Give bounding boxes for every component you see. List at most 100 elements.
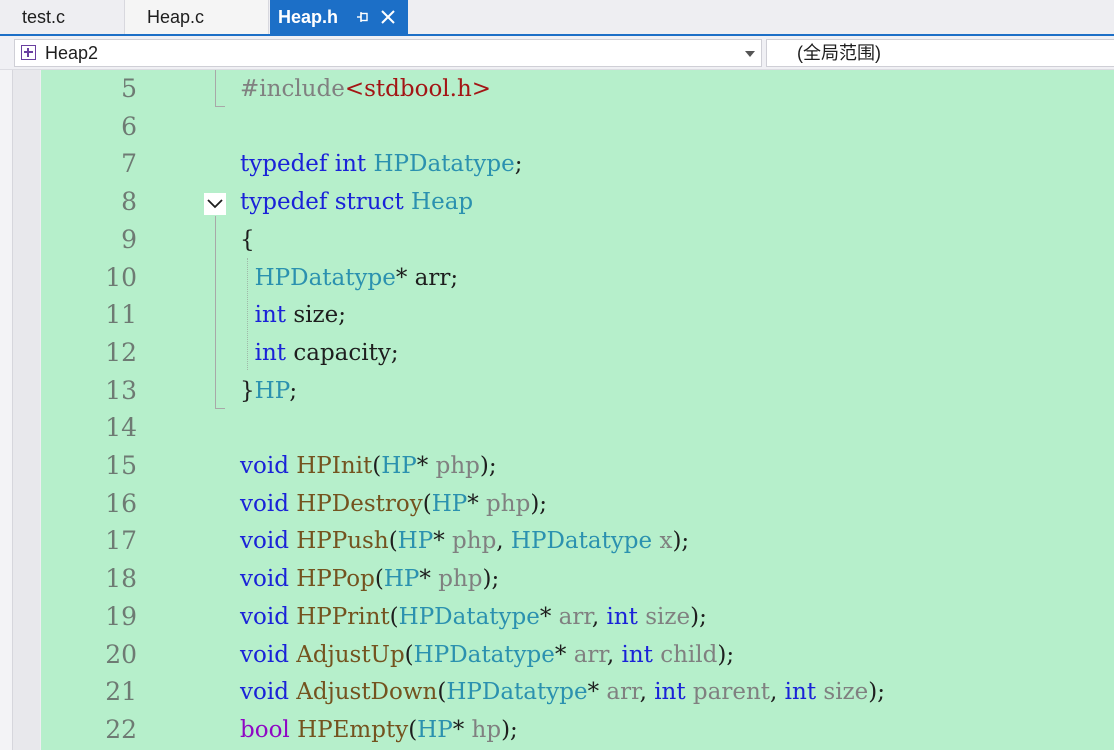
code-token: ); [868, 679, 886, 706]
code-text[interactable]: typedef int HPDatatype; [240, 145, 522, 183]
code-line[interactable]: 8 typedef struct Heap [41, 183, 1114, 221]
code-token: void [240, 641, 289, 668]
code-text[interactable]: }HP; [240, 372, 297, 410]
code-token: HPPrint [296, 603, 390, 630]
code-token: arr [573, 641, 607, 668]
code-token: ); [530, 490, 548, 517]
code-token: ( [388, 528, 398, 555]
code-token: * [433, 528, 453, 555]
code-token: * [467, 490, 487, 517]
scope-dropdown[interactable]: (全局范围) [766, 39, 1114, 67]
code-text[interactable]: void AdjustDown(HPDatatype* arr, int par… [240, 673, 885, 711]
line-number: 16 [105, 488, 137, 518]
code-token: php [438, 566, 483, 593]
code-token: hp [471, 716, 502, 743]
code-text[interactable]: void AdjustUp(HPDatatype* arr, int child… [240, 636, 734, 674]
tab-test-c[interactable]: test.c [0, 0, 124, 34]
code-token: HPInit [296, 453, 373, 479]
line-number: 11 [105, 300, 137, 330]
code-line[interactable]: 11 int size; [41, 296, 1114, 334]
code-token: php [452, 528, 497, 555]
code-token: int [784, 679, 817, 706]
tab-label: Heap.c [147, 7, 205, 27]
code-token: ( [389, 603, 399, 630]
code-token: php [435, 453, 480, 479]
code-text[interactable]: typedef struct Heap [240, 183, 473, 221]
code-token: HP [417, 716, 453, 743]
code-line[interactable]: 14 [41, 409, 1114, 447]
code-text[interactable]: { [240, 221, 255, 259]
line-number: 8 [121, 187, 137, 217]
code-text[interactable]: void HPPush(HP* php, HPDatatype x); [240, 522, 689, 560]
code-token: ; [289, 377, 298, 404]
code-line[interactable]: 12 int capacity; [41, 334, 1114, 372]
code-text[interactable]: void HPDestroy(HP* php); [240, 485, 547, 523]
code-line[interactable]: 6 [41, 108, 1114, 146]
code-token: , [591, 603, 607, 630]
code-token: void [240, 566, 289, 593]
code-line[interactable]: 9{ [41, 221, 1114, 259]
code-token: void [240, 490, 289, 517]
code-line[interactable]: 20 void AdjustUp(HPDatatype* arr, int chi… [41, 636, 1114, 674]
code-token: void [240, 679, 289, 706]
code-line[interactable]: 18 void HPPop(HP* php); [41, 560, 1114, 598]
code-token: AdjustDown [296, 679, 438, 706]
editor-margin [0, 70, 40, 750]
code-token: , [496, 528, 511, 555]
code-text[interactable]: void HPPop(HP* php); [240, 560, 499, 598]
code-token: * arr; [395, 264, 459, 291]
code-line[interactable]: 10 HPDatatype* arr; [41, 259, 1114, 297]
code-token: ( [437, 679, 447, 706]
code-token: arr [606, 679, 640, 706]
code-token: struct [334, 189, 404, 216]
line-number: 9 [121, 224, 137, 254]
code-line[interactable]: 19 void HPPrint(HPDatatype* arr, int size… [41, 598, 1114, 636]
chevron-down-icon[interactable] [745, 51, 755, 57]
code-text[interactable]: void HPInit(HP* php); [240, 447, 497, 485]
tab-heap-h[interactable]: Heap.h [270, 0, 408, 34]
code-line[interactable]: 5 #include<stdbool.h> [41, 70, 1114, 108]
code-line[interactable]: 17 void HPPush(HP* php, HPDatatype x); [41, 522, 1114, 560]
code-token: , [639, 679, 655, 706]
code-token: HPDatatype [413, 641, 555, 668]
line-number: 10 [105, 262, 137, 292]
code-token: AdjustUp [296, 641, 405, 668]
code-token: size; [286, 302, 346, 329]
code-token: typedef [240, 189, 328, 216]
code-token: ); [672, 528, 690, 555]
code-token: , [770, 679, 785, 706]
code-line[interactable]: 13}HP; [41, 372, 1114, 410]
code-text[interactable]: int capacity; [240, 334, 399, 372]
tab-heap-c[interactable]: Heap.c [124, 0, 269, 34]
code-token: HP [254, 377, 290, 404]
code-line[interactable]: 15 void HPInit(HP* php); [41, 447, 1114, 485]
code-token: int [654, 679, 686, 706]
code-text[interactable]: bool HPEmpty(HP* hp); [240, 711, 518, 749]
code-area[interactable]: 5 #include<stdbool.h> 6 7 typedef int HPData… [41, 70, 1114, 750]
code-line[interactable]: 7 typedef int HPDatatype; [41, 145, 1114, 183]
line-number: 18 [105, 564, 137, 594]
code-text[interactable]: HPDatatype* arr; [240, 259, 458, 297]
line-number: 5 [121, 74, 137, 103]
code-token: #include [240, 76, 345, 102]
code-token: { [240, 226, 255, 253]
code-token: void [240, 603, 289, 630]
code-text[interactable]: void HPPrint(HPDatatype* arr, int size); [240, 598, 707, 636]
code-line[interactable]: 21 void AdjustDown(HPDatatype* arr, int p… [41, 673, 1114, 711]
code-token: HP [381, 453, 417, 479]
line-number: 14 [105, 413, 137, 443]
code-text[interactable]: #include<stdbool.h> [240, 70, 491, 108]
code-token: arr [558, 603, 592, 630]
tab-label: test.c [22, 7, 66, 27]
code-token: HP [431, 490, 468, 517]
code-token: int [254, 339, 287, 366]
code-line[interactable]: 16 void HPDestroy(HP* php); [41, 485, 1114, 523]
code-editor[interactable]: 5 #include<stdbool.h> 6 7 typedef int HPData… [0, 70, 1114, 750]
code-token: ( [422, 490, 432, 517]
code-token: <stdbool.h> [344, 76, 492, 102]
code-line[interactable]: 22 bool HPEmpty(HP* hp); [41, 711, 1114, 749]
project-dropdown[interactable]: Heap2 [14, 39, 762, 67]
code-text[interactable]: int size; [240, 296, 346, 334]
